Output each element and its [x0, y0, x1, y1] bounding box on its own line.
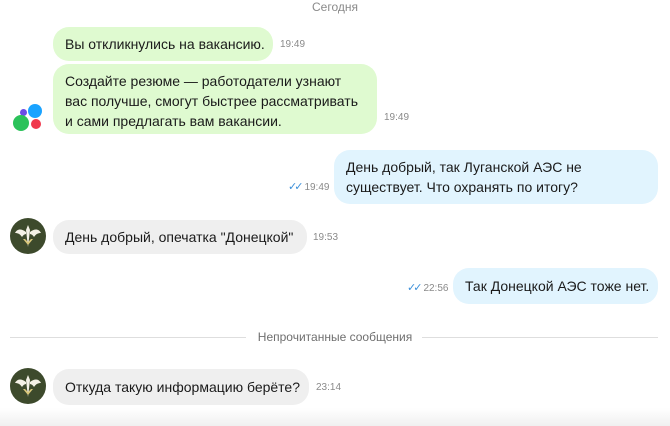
double-check-icon: ✓✓	[407, 282, 423, 294]
message-text: Откуда такую информацию берёте?	[65, 379, 301, 395]
message-line: существует. Что охранять по итогу?	[346, 179, 578, 195]
incoming-message[interactable]: День добрый, опечатка "Донецкой"	[53, 220, 307, 254]
message-time: ✓✓ 22:56	[407, 282, 449, 294]
emblem-icon	[15, 375, 41, 397]
day-separator: Сегодня	[312, 0, 358, 14]
incoming-message[interactable]: Откуда такую информацию берёте?	[53, 369, 309, 405]
message-text: Так Донецкой АЭС тоже нет.	[465, 278, 650, 294]
recruiter-avatar	[10, 368, 46, 404]
outgoing-message[interactable]: День добрый, так Луганской АЭС не сущест…	[334, 150, 658, 204]
logo-dot-red	[31, 119, 41, 129]
logo-dot-blue	[28, 104, 42, 118]
message-time: 19:53	[313, 232, 339, 243]
message-time: 19:49	[280, 39, 306, 50]
emblem-icon	[15, 225, 41, 247]
outgoing-message[interactable]: Так Донецкой АЭС тоже нет.	[453, 268, 658, 304]
message-line: Создайте резюме — работодатели узнают	[65, 73, 342, 89]
bottom-fade	[0, 408, 670, 426]
message-line: и сами предлагать вам вакансии.	[65, 113, 282, 129]
message-text: День добрый, опечатка "Донецкой"	[65, 229, 294, 245]
message-line: День добрый, так Луганской АЭС не	[346, 159, 582, 175]
unread-messages-label: Непрочитанные сообщения	[0, 330, 670, 344]
message-line: вас получше, смогут быстрее рассматриват…	[65, 93, 358, 109]
system-message-applied[interactable]: Вы откликнулись на вакансию.	[53, 27, 273, 61]
logo-dot-green	[13, 115, 29, 131]
double-check-icon: ✓✓	[288, 181, 304, 193]
message-text: Вы откликнулись на вакансию.	[65, 36, 265, 52]
message-time: 19:49	[384, 112, 410, 123]
recruiter-avatar	[10, 218, 46, 254]
message-time: ✓✓ 19:49	[288, 181, 330, 193]
message-time: 23:14	[316, 382, 342, 393]
system-message-resume-tip[interactable]: Создайте резюме — работодатели узнают ва…	[53, 64, 377, 134]
employer-logo-avatar	[10, 100, 46, 136]
